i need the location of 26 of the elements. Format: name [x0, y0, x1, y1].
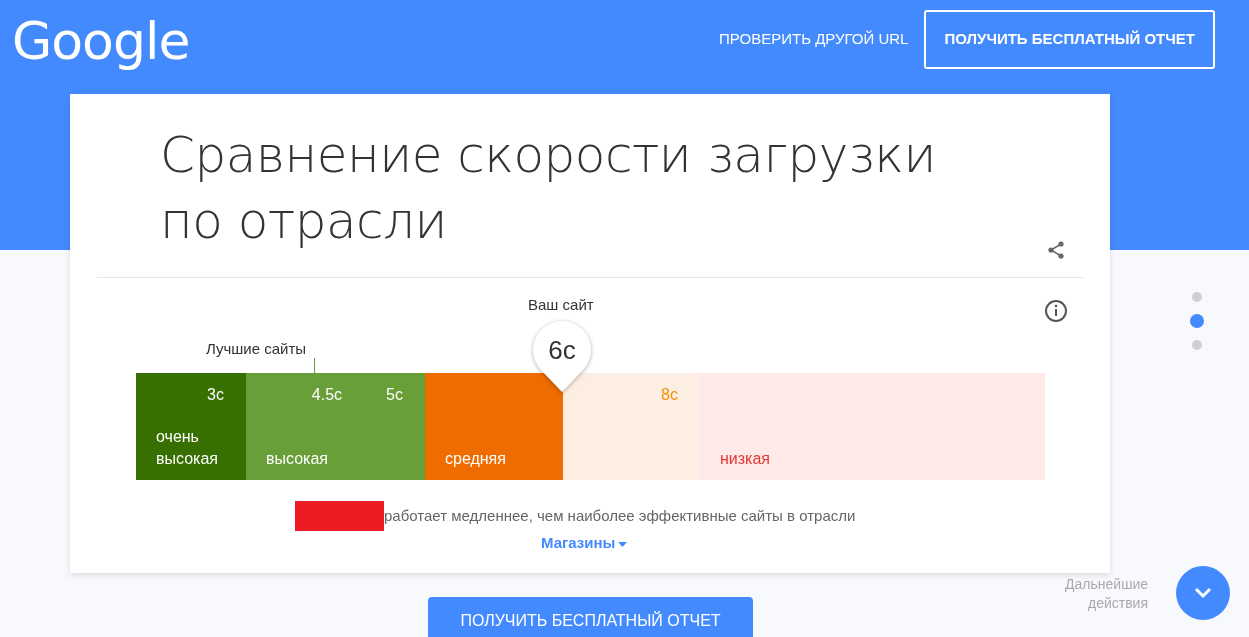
share-icon[interactable] [1046, 240, 1066, 260]
info-icon[interactable] [1044, 299, 1068, 323]
chevron-down-icon [1194, 587, 1212, 599]
tick-label: 5с [386, 385, 403, 405]
caret-icon [618, 541, 628, 547]
check-url-link[interactable]: ПРОВЕРИТЬ ДРУГОЙ URL [719, 18, 909, 61]
your-site-label: Ваш сайт [528, 295, 594, 315]
page-title: Сравнение скорости загрузки по отрасли [160, 125, 937, 252]
segment-label: высокая [266, 449, 329, 469]
get-report-button[interactable]: ПОЛУЧИТЬ БЕСПЛАТНЫЙ ОТЧЕТ [428, 597, 753, 637]
segment-label: низкая [720, 449, 772, 469]
summary-text: работает медленнее, чем наиболее эффективные сайты в отрасли [384, 505, 856, 526]
segment-label: очень высокая [156, 427, 219, 469]
page-dot[interactable] [1192, 292, 1202, 302]
industry-dropdown[interactable]: Магазины [541, 532, 628, 555]
get-report-button[interactable]: ПОЛУЧИТЬ БЕСПЛАТНЫЙ ОТЧЕТ [924, 10, 1215, 69]
tick-label: 4.5с [311, 385, 343, 405]
page-dot[interactable] [1192, 340, 1202, 350]
scroll-down-button[interactable] [1176, 566, 1230, 620]
best-sites-label: Лучшие сайты [206, 339, 307, 359]
logo: Google [12, 10, 190, 73]
next-steps-label: Дальнейшие действия [1064, 575, 1148, 613]
tick-label: 8с [661, 385, 678, 405]
segment-label: средняя [445, 449, 507, 469]
tick-label: 3с [207, 385, 224, 405]
page-dot[interactable] [1190, 314, 1204, 328]
